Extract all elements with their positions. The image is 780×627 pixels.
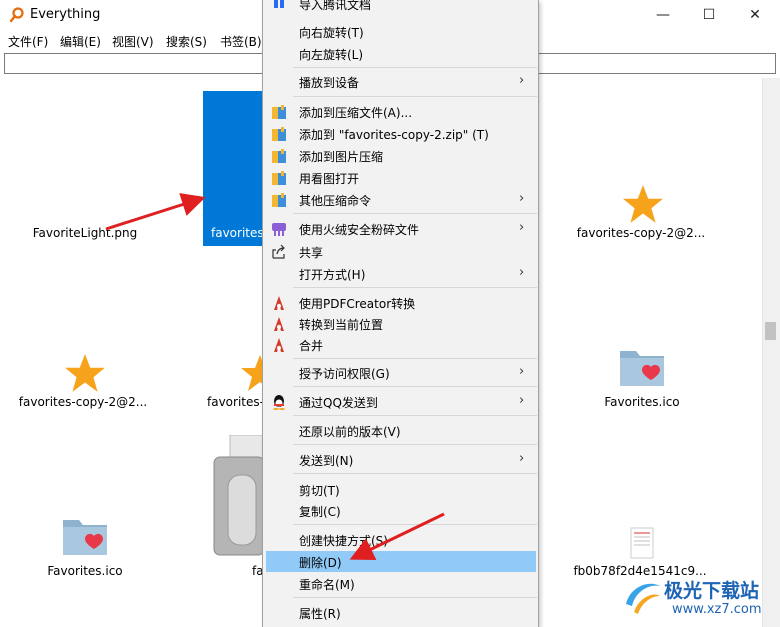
pdfcreator-icon — [274, 317, 284, 331]
document-icon[interactable] — [630, 527, 654, 559]
chevron-right-icon: › — [519, 451, 525, 466]
menu-item-send-to[interactable]: 发送到(N) › — [264, 449, 538, 470]
archive-icon — [272, 127, 286, 141]
file-label[interactable]: FavoriteLight.png — [10, 226, 160, 240]
window-title: Everything — [30, 7, 101, 22]
scanner-icon[interactable] — [212, 435, 264, 557]
chevron-right-icon: › — [519, 393, 525, 408]
menu-item-other-compress-commands[interactable]: 其他压缩命令 › — [264, 189, 538, 210]
file-label[interactable]: fa — [190, 564, 262, 578]
selected-file-tile[interactable] — [203, 91, 271, 246]
menu-item-delete[interactable]: 删除(D) — [266, 551, 536, 572]
file-label[interactable]: favorites-copy-2@2... — [8, 395, 158, 409]
menu-item-copy[interactable]: 复制(C) — [264, 500, 538, 521]
menu-item-cut[interactable]: 剪切(T) — [264, 479, 538, 500]
menu-item-add-to-image-compress[interactable]: 添加到图片压缩 — [264, 145, 538, 166]
menu-item-rotate-left[interactable]: 向左旋转(L) — [264, 43, 538, 64]
vertical-scrollbar[interactable] — [762, 78, 780, 627]
archive-icon — [272, 105, 286, 119]
minimize-button[interactable]: — — [640, 0, 686, 30]
menu-item-add-to-archive[interactable]: 添加到压缩文件(A)... — [264, 101, 538, 122]
everything-app-icon — [9, 7, 24, 23]
menu-item-send-via-qq[interactable]: 通过QQ发送到 › — [264, 391, 538, 412]
chevron-right-icon: › — [519, 265, 525, 280]
menu-separator — [293, 473, 537, 474]
watermark-url: www.xz7.com — [672, 602, 762, 617]
menu-view[interactable]: 视图(V) — [112, 33, 154, 50]
menu-item-cast-to-device[interactable]: 播放到设备 › — [264, 71, 538, 92]
shredder-icon — [272, 223, 286, 236]
menu-separator — [293, 415, 537, 416]
maximize-button[interactable]: ☐ — [686, 0, 732, 30]
menu-item-create-shortcut[interactable]: 创建快捷方式(S) — [264, 529, 538, 550]
star-icon[interactable] — [64, 352, 106, 394]
archive-icon — [272, 193, 286, 207]
menu-separator — [293, 213, 537, 214]
chevron-right-icon: › — [519, 220, 525, 235]
menu-separator — [293, 524, 537, 525]
menu-separator — [293, 287, 537, 288]
pdfcreator-icon — [274, 338, 284, 352]
chevron-right-icon: › — [519, 364, 525, 379]
menu-item-merge[interactable]: 合并 — [264, 334, 538, 355]
menu-separator — [293, 386, 537, 387]
scrollbar-thumb[interactable] — [765, 322, 776, 340]
archive-icon — [272, 171, 286, 185]
menu-separator — [293, 597, 537, 598]
chevron-right-icon: › — [519, 73, 525, 88]
menu-item-import-tencent-docs[interactable]: 导入腾讯文档 — [264, 0, 538, 14]
file-label[interactable]: favorites- — [190, 395, 262, 409]
menu-item-huorong-shred[interactable]: 使用火绒安全粉碎文件 › — [264, 218, 538, 239]
menu-item-properties[interactable]: 属性(R) — [264, 602, 538, 623]
file-label[interactable]: Favorites.ico — [567, 395, 717, 409]
qq-icon — [273, 395, 285, 410]
menu-item-open-with[interactable]: 打开方式(H) › — [264, 263, 538, 284]
menu-item-open-with-viewer[interactable]: 用看图打开 — [264, 167, 538, 188]
menu-item-share[interactable]: 共享 — [264, 241, 538, 262]
menu-item-restore-previous-versions[interactable]: 还原以前的版本(V) — [264, 420, 538, 441]
menu-item-rotate-right[interactable]: 向右旋转(T) — [264, 21, 538, 42]
watermark: 极光下载站 www.xz7.com — [612, 570, 780, 627]
archive-icon — [272, 149, 286, 163]
folder-heart-icon[interactable] — [617, 345, 667, 389]
tencent-docs-icon — [274, 0, 284, 8]
menu-separator — [293, 96, 537, 97]
share-icon — [272, 244, 285, 259]
menu-separator — [293, 67, 537, 68]
watermark-logo-icon — [626, 583, 660, 614]
close-button[interactable]: ✕ — [732, 0, 778, 30]
menu-edit[interactable]: 编辑(E) — [60, 33, 101, 50]
folder-heart-icon[interactable] — [60, 514, 110, 558]
context-menu: 导入腾讯文档 向右旋转(T) 向左旋转(L) 播放到设备 › 添加到压缩文件(A… — [262, 0, 539, 627]
menu-bookmarks[interactable]: 书签(B) — [220, 33, 262, 50]
menu-item-convert-to-current-location[interactable]: 转换到当前位置 — [264, 313, 538, 334]
file-label[interactable]: favorites-copy-2@2... — [566, 226, 716, 240]
pdfcreator-icon — [274, 296, 284, 310]
menu-separator — [293, 444, 537, 445]
star-icon[interactable] — [240, 352, 264, 394]
menu-item-pdfcreator-convert[interactable]: 使用PDFCreator转换 — [264, 292, 538, 313]
file-label: favorites — [211, 226, 264, 240]
menu-item-add-to-zip[interactable]: 添加到 "favorites-copy-2.zip" (T) — [264, 123, 538, 144]
menu-file[interactable]: 文件(F) — [8, 33, 48, 50]
file-label[interactable]: Favorites.ico — [10, 564, 160, 578]
menu-search[interactable]: 搜索(S) — [166, 33, 207, 50]
watermark-text: 极光下载站 — [664, 580, 760, 602]
menu-item-rename[interactable]: 重命名(M) — [264, 573, 538, 594]
menu-item-grant-access[interactable]: 授予访问权限(G) › — [264, 362, 538, 383]
chevron-right-icon: › — [519, 191, 525, 206]
menu-separator — [293, 358, 537, 359]
star-icon[interactable] — [622, 183, 664, 225]
